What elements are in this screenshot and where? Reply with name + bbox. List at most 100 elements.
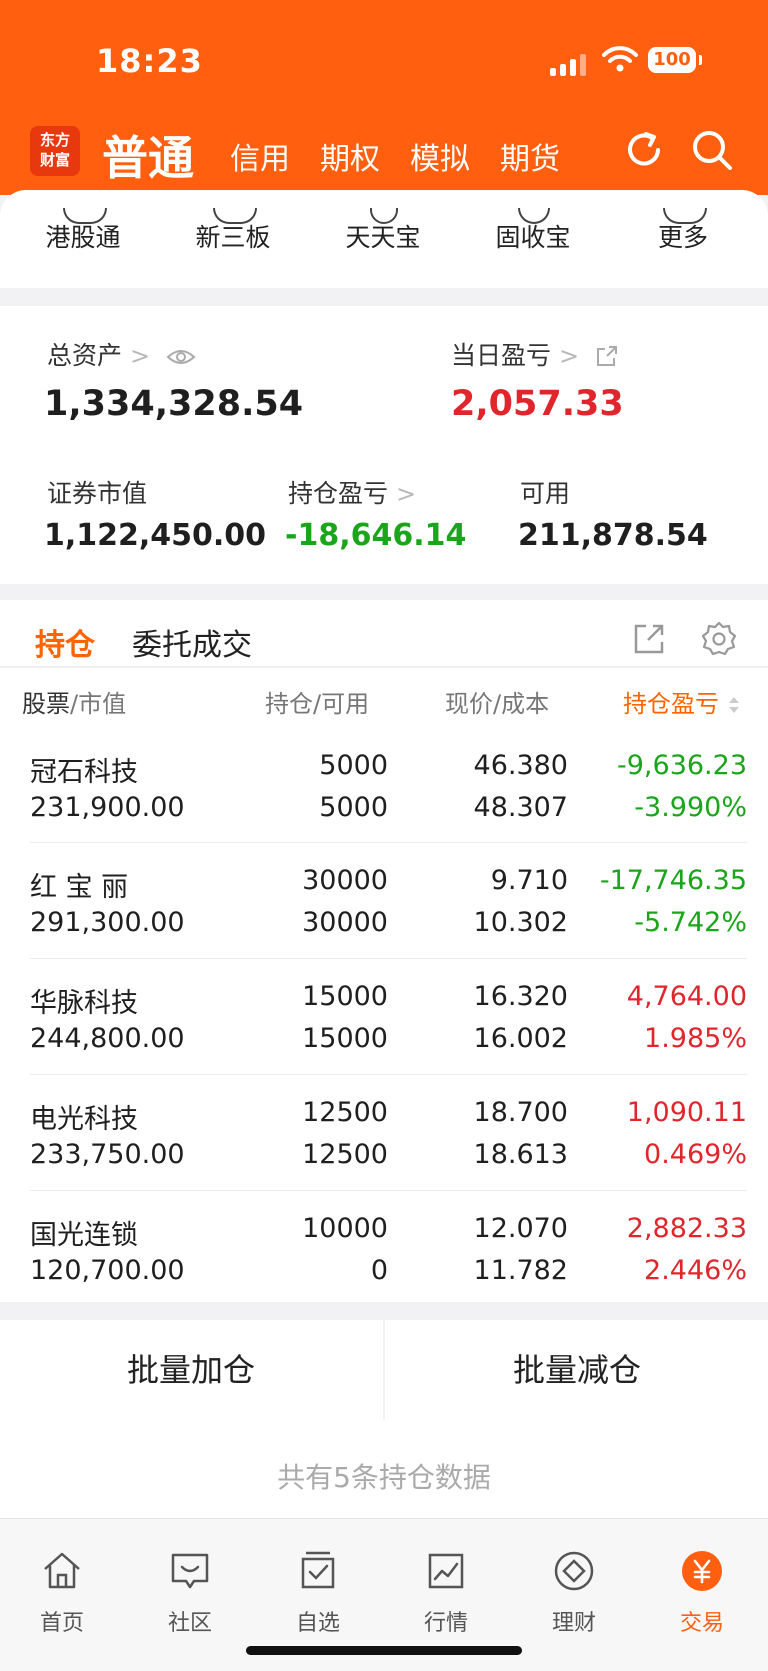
home-indicator[interactable] — [246, 1646, 522, 1655]
daily-pl-label[interactable]: 当日盈亏 > — [451, 336, 619, 372]
stock-pl: 4,764.00 — [626, 981, 747, 1012]
stock-pl: 1,090.11 — [626, 1097, 747, 1128]
chart-line-icon — [428, 1553, 464, 1589]
header-pl-sort[interactable]: 持仓盈亏 — [623, 684, 741, 719]
divider — [30, 958, 747, 959]
shortcut-hk-connect[interactable]: 港股通 — [23, 208, 143, 254]
stock-avail: 0 — [370, 1255, 388, 1286]
divider — [0, 666, 768, 668]
tab-orders[interactable]: 委托成交 — [132, 620, 252, 664]
eye-icon[interactable] — [166, 347, 196, 367]
shortcut-icon — [213, 208, 257, 224]
stock-mv: 244,800.00 — [30, 1023, 185, 1054]
stock-cost: 11.782 — [473, 1255, 568, 1286]
stock-avail: 15000 — [302, 1023, 388, 1054]
diamond-icon — [554, 1551, 594, 1591]
divider — [30, 842, 747, 843]
market-value: 1,122,450.00 — [44, 518, 267, 553]
table-row[interactable]: 冠石科技 231,900.00 5000 5000 46.380 48.307 … — [0, 732, 768, 847]
chevron-right-icon: > — [130, 342, 151, 370]
table-row[interactable]: 华脉科技 244,800.00 15000 15000 16.320 16.00… — [0, 963, 768, 1078]
stock-mv: 231,900.00 — [30, 792, 185, 823]
stock-price: 12.070 — [473, 1213, 568, 1244]
chat-bubble-icon — [171, 1553, 209, 1589]
logo-text-1: 东方 — [39, 131, 70, 149]
status-bar: 18:23 100 — [0, 0, 768, 120]
holding-pl-label[interactable]: 持仓盈亏 > — [288, 474, 416, 510]
batch-add-button[interactable]: 批量加仓 — [0, 1320, 382, 1420]
tab-home[interactable]: 首页 — [12, 1549, 112, 1637]
tab-normal[interactable]: 普通 — [102, 122, 194, 188]
tab-holdings[interactable]: 持仓 — [35, 620, 95, 664]
divider — [30, 1074, 747, 1075]
stock-pl-pct: 1.985% — [644, 1023, 747, 1054]
stock-name: 冠石科技 — [30, 757, 138, 788]
tab-watchlist[interactable]: 自选 — [268, 1549, 368, 1637]
table-row[interactable]: 国光连锁 120,700.00 10000 0 12.070 11.782 2,… — [0, 1195, 768, 1310]
stock-hold: 5000 — [319, 750, 388, 781]
divider — [383, 1320, 385, 1420]
stock-avail: 12500 — [302, 1139, 388, 1170]
stock-name: 红 宝 丽 — [30, 872, 129, 903]
stock-price: 9.710 — [490, 865, 568, 896]
tab-futures[interactable]: 期货 — [500, 134, 560, 178]
stock-price: 46.380 — [473, 750, 568, 781]
total-assets-label[interactable]: 总资产 > — [47, 336, 196, 372]
export-icon[interactable] — [632, 622, 666, 656]
table-row[interactable]: 红 宝 丽 291,300.00 30000 30000 9.710 10.30… — [0, 847, 768, 962]
chevron-right-icon: > — [559, 342, 580, 370]
shortcut-gushoubao[interactable]: 固收宝 — [473, 208, 593, 254]
tab-wealth[interactable]: 理财 — [524, 1549, 624, 1637]
status-time: 18:23 — [96, 42, 203, 80]
settings-gear-icon[interactable] — [700, 620, 738, 658]
tab-options[interactable]: 期权 — [320, 134, 380, 178]
shortcut-more[interactable]: 更多 — [623, 208, 743, 254]
share-icon[interactable] — [595, 346, 619, 368]
stock-cost: 48.307 — [473, 792, 568, 823]
app-logo[interactable]: 东方 财富 — [30, 126, 80, 176]
batch-actions: 批量加仓 批量减仓 — [0, 1320, 768, 1420]
tab-market[interactable]: 行情 — [396, 1549, 496, 1637]
shortcut-tiantianbao[interactable]: 天天宝 — [323, 208, 443, 254]
batch-reduce-button[interactable]: 批量减仓 — [386, 1320, 768, 1420]
stock-pl: -9,636.23 — [617, 750, 747, 781]
search-icon[interactable] — [690, 128, 734, 172]
battery-icon: 100 — [648, 47, 702, 73]
stock-price: 18.700 — [473, 1097, 568, 1128]
stock-cost: 18.613 — [473, 1139, 568, 1170]
stock-mv: 291,300.00 — [30, 907, 185, 938]
shortcut-icon — [663, 208, 707, 224]
checklist-icon — [301, 1551, 335, 1589]
stock-pl-pct: 2.446% — [644, 1255, 747, 1286]
positions-panel: 持仓 委托成交 股票/市值 持仓/可用 现价/成本 持仓盈亏 冠石科技 231,… — [0, 600, 768, 1302]
tab-simulation[interactable]: 模拟 — [410, 134, 470, 178]
tab-community[interactable]: 社区 — [140, 1549, 240, 1637]
stock-mv: 120,700.00 — [30, 1255, 185, 1286]
stock-avail: 5000 — [319, 792, 388, 823]
stock-pl-pct: 0.469% — [644, 1139, 747, 1170]
stock-hold: 30000 — [302, 865, 388, 896]
table-row[interactable]: 电光科技 233,750.00 12500 12500 18.700 18.61… — [0, 1079, 768, 1194]
stock-name: 华脉科技 — [30, 988, 138, 1019]
holdings-count: 共有5条持仓数据 — [277, 1461, 491, 1494]
refresh-icon[interactable] — [622, 128, 666, 172]
shortcut-neeq[interactable]: 新三板 — [173, 208, 293, 254]
total-assets-value: 1,334,328.54 — [44, 384, 304, 424]
stock-mv: 233,750.00 — [30, 1139, 185, 1170]
tab-trade[interactable]: 交易 — [652, 1549, 752, 1637]
stock-hold: 12500 — [302, 1097, 388, 1128]
stock-name: 国光连锁 — [30, 1220, 138, 1251]
header-stock-mv: 股票/市值 — [22, 690, 127, 718]
header-price-cost: 现价/成本 — [445, 690, 550, 718]
logo-text-2: 财富 — [39, 151, 70, 169]
stock-cost: 16.002 — [473, 1023, 568, 1054]
top-nav: 东方 财富 普通 信用 期权 模拟 期货 — [0, 120, 768, 195]
home-icon — [44, 1552, 80, 1589]
shortcut-icon — [63, 208, 107, 224]
holdings-count-area: 共有5条持仓数据 — [0, 1420, 768, 1518]
available-label: 可用 — [520, 479, 571, 508]
stock-avail: 30000 — [302, 907, 388, 938]
shortcut-icon — [518, 208, 550, 224]
tab-credit[interactable]: 信用 — [230, 134, 290, 178]
divider — [30, 1190, 747, 1191]
